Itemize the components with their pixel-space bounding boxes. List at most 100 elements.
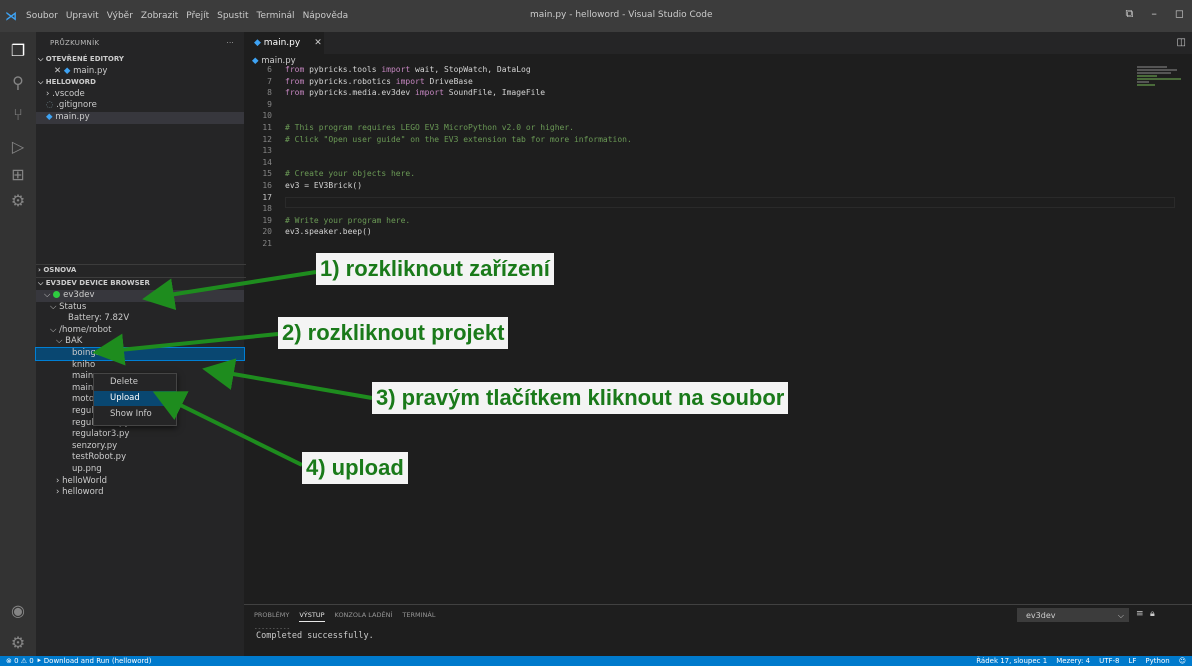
status-encoding[interactable]: UTF-8 [1099,656,1119,666]
tree-status[interactable]: ⌵ Status [36,302,244,314]
extensions-icon[interactable]: ⊞ [6,162,30,186]
vscode-logo-icon: ⋊ [5,9,17,23]
tab-terminal[interactable]: TERMINÁL [402,611,435,622]
file-regulator3[interactable]: regulator3.py [36,429,244,441]
menu-go[interactable]: Přejít [186,11,209,21]
status-cursor-position[interactable]: Řádek 17, sloupec 1 [976,656,1047,666]
python-file-icon: ◆ [46,111,53,122]
status-language[interactable]: Python [1145,656,1169,666]
maximize-button[interactable]: ◻ [1175,7,1184,21]
run-debug-icon[interactable]: ▷ [6,134,30,158]
code-line[interactable]: 14 [244,157,285,169]
ev3-icon[interactable]: ⚙ [6,188,30,212]
section-workspace[interactable]: ⌵ HELLOWORD [36,77,244,89]
status-indentation[interactable]: Mezery: 4 [1056,656,1090,666]
menu-terminal[interactable]: Terminál [257,11,295,21]
tree-home-robot[interactable]: ⌵ /home/robot [36,325,244,337]
feedback-icon[interactable]: ☺ [1179,656,1186,666]
menu-view[interactable]: Zobrazit [141,11,178,21]
code-line[interactable]: 9 [244,99,285,111]
close-tab-icon[interactable]: ✕ [314,38,322,48]
file-kniho[interactable]: kniho [36,360,244,372]
code-line[interactable]: 12 # Click "Open user guide" on the EV3 e… [244,134,631,146]
lock-scroll-icon[interactable]: 🔒︎ [1150,609,1155,619]
line-number: 11 [262,123,272,132]
code-line[interactable]: 19 # Write your program here. [244,215,410,227]
folder-helloword[interactable]: › helloword [36,487,244,499]
folder-helloworld[interactable]: › helloWorld [36,476,244,488]
line-number: 17 [262,192,272,202]
tree-folder-bak[interactable]: ⌵ BAK [36,336,244,348]
menu-item-delete[interactable]: Delete [94,375,176,390]
device-ev3dev[interactable]: ⌵ ev3dev [36,290,244,302]
menu-file[interactable]: Soubor [26,11,58,21]
chevron-down-icon: ⌵ [1117,611,1124,620]
split-editor-icon[interactable]: ◫ [1177,37,1186,48]
code-line[interactable]: 7 from pybricks.robotics import DriveBase [244,76,473,88]
file-testrobot[interactable]: testRobot.py [36,452,244,464]
menu-edit[interactable]: Upravit [66,11,99,21]
clear-output-icon[interactable]: ≡ [1136,609,1144,619]
code-line[interactable]: 13 [244,145,285,157]
code-line[interactable]: 11 # This program requires LEGO EV3 Micro… [244,122,574,134]
code-line[interactable]: 6 from pybricks.tools import wait, StopWa… [244,64,530,76]
connected-status-icon [53,291,61,298]
output-text: Completed successfully. [256,631,374,641]
code-text: # Create your objects here. [285,169,416,179]
line-number: 21 [262,239,272,248]
code-line[interactable]: 10 [244,110,285,122]
python-file-icon: ◆ [254,38,261,48]
search-icon[interactable]: ⚲ [6,70,30,94]
code-line[interactable]: 21 [244,238,285,250]
account-icon[interactable]: ◉ [6,598,30,622]
window-controls: ⧉ – ◻ [1126,7,1185,21]
menu-run[interactable]: Spustit [217,11,248,21]
file-boing-wav[interactable]: boing.wav [35,347,245,361]
menu-help[interactable]: Nápověda [303,11,349,21]
explorer-sidebar: PRŮZKUMNÍK ··· ⌵ OTEVŘENÉ EDITORY ✕ ◆ mai… [35,32,246,656]
section-open-editors[interactable]: ⌵ OTEVŘENÉ EDITORY [36,54,244,66]
close-icon[interactable]: ✕ [54,66,61,76]
menu-item-show-info[interactable]: Show Info [94,407,176,422]
file-senzory[interactable]: senzory.py [36,441,244,453]
line-number: 9 [267,99,272,109]
line-number: 20 [262,227,272,237]
explorer-header: PRŮZKUMNÍK ··· [36,32,244,54]
code-text: # This program requires LEGO EV3 MicroPy… [285,123,574,132]
code-line[interactable]: 20 ev3.speaker.beep() [244,226,371,238]
tab-debug-console[interactable]: KONZOLA LADĚNÍ [335,611,393,622]
tab-main-py[interactable]: ◆ main.py ✕ [244,32,324,54]
line-number: 10 [262,111,272,121]
line-number: 7 [267,76,272,86]
explorer-icon[interactable]: ❐ [6,38,30,62]
file-gitignore[interactable]: ◌ .gitignore [36,100,244,112]
source-control-icon[interactable]: ⑂ [6,102,30,126]
minimize-button[interactable]: – [1151,7,1157,21]
open-editor-main-py[interactable]: ✕ ◆ main.py [36,66,244,78]
tab-output[interactable]: VÝSTUP [299,611,325,622]
section-device-browser[interactable]: ⌵ EV3DEV DEVICE BROWSER [36,277,246,290]
folder-vscode[interactable]: › .vscode [36,89,244,101]
code-line[interactable]: 15 # Create your objects here. [244,168,415,180]
tab-problems[interactable]: PROBLÉMY [254,611,289,622]
layout-icon[interactable]: ⧉ [1126,7,1134,21]
status-left[interactable]: ⊗ 0 ⚠ 0 ⯈ Download and Run (helloword) [6,656,151,666]
line-number: 6 [267,65,272,74]
menu-selection[interactable]: Výběr [107,11,133,21]
section-outline[interactable]: › OSNOVA [36,264,246,277]
code-line[interactable]: 8 from pybricks.media.ev3dev import Sound… [244,87,545,99]
settings-gear-icon[interactable]: ⚙ [6,630,30,654]
line-number: 8 [267,88,272,98]
file-main-py[interactable]: ◆ main.py [36,111,244,124]
code-line[interactable]: 16 ev3 = EV3Brick() [244,180,362,192]
minimap[interactable] [1137,66,1187,96]
activity-bar: ❐ ⚲ ⑂ ▷ ⊞ ⚙ ◉ ⚙ [0,32,36,656]
menu-item-upload[interactable]: Upload [94,391,176,406]
line-number: 14 [262,157,272,167]
status-eol[interactable]: LF [1128,656,1136,666]
more-actions-icon[interactable]: ··· [226,32,234,54]
code-line[interactable]: 17 [244,192,285,204]
output-channel-select[interactable]: ev3dev ⌵ [1017,608,1129,622]
file-up-png[interactable]: up.png [36,464,244,476]
code-line[interactable]: 18 [244,203,285,215]
